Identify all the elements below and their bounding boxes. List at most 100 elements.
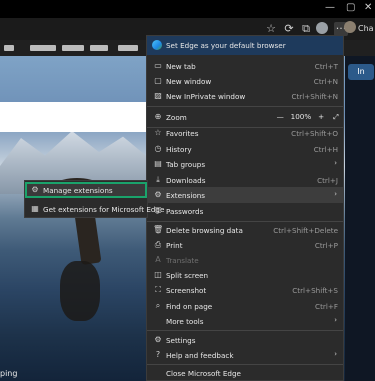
menu-item-new-inprivate-window[interactable]: ▨ New InPrivate window Ctrl+Shift+N (147, 88, 343, 104)
collections-icon[interactable]: ⧉ (299, 22, 313, 36)
refresh-icon[interactable]: ⟳ (282, 22, 296, 36)
star-icon[interactable]: ☆ (264, 22, 278, 36)
menu-label: More tools (166, 317, 204, 326)
help-icon: ? (155, 350, 161, 359)
menu-item-passwords[interactable]: ⚿ Passwords (147, 203, 343, 219)
menu-item-more-tools[interactable]: More tools › (147, 313, 343, 329)
chevron-right-icon: › (334, 316, 337, 324)
menu-shortcut: Ctrl+F (315, 302, 338, 311)
menu-shortcut: Ctrl+T (314, 62, 338, 71)
tree-reflection-image (60, 261, 100, 321)
profile-icon[interactable] (316, 22, 328, 34)
menu-shortcut: Ctrl+P (314, 241, 338, 250)
menu-label: Screenshot (166, 286, 207, 295)
menu-label: Zoom (166, 113, 187, 122)
zoom-value: 100% (290, 112, 312, 121)
menu-shortcut: Ctrl+H (313, 145, 338, 154)
store-icon: ▦ (31, 204, 39, 213)
menu-label: Print (166, 241, 183, 250)
menu-item-favorites[interactable]: ☆ Favorites Ctrl+Shift+O (147, 125, 343, 141)
banner-label: Set Edge as your default browser (166, 41, 286, 50)
menu-label: Tab groups (166, 160, 206, 169)
delete-icon: 🗑 (153, 225, 164, 234)
menu-item-screenshot[interactable]: ⛶ Screenshot Ctrl+Shift+S (147, 282, 343, 298)
menu-label: Help and feedback (166, 351, 234, 360)
menu-item-history[interactable]: ◷ History Ctrl+H (147, 141, 343, 157)
screenshot-icon: ⛶ (155, 285, 161, 294)
menu-item-zoom: ⊕ Zoom — 100% + ⤢ (147, 109, 343, 125)
favorite-item[interactable] (118, 45, 138, 51)
maximize-button[interactable]: ▢ (346, 2, 355, 13)
zoom-controls: — 100% + ⤢ (277, 112, 339, 122)
search-box[interactable] (0, 102, 148, 132)
chevron-right-icon: › (334, 190, 337, 198)
menu-item-find-on-page[interactable]: ⌕ Find on page Ctrl+F (147, 298, 343, 314)
menu-label: Downloads (166, 176, 206, 185)
fullscreen-icon[interactable]: ⤢ (333, 112, 339, 121)
extensions-icon: ⚙ (154, 190, 162, 199)
zoom-icon: ⊕ (154, 112, 162, 121)
bottom-text: ping (0, 369, 18, 378)
menu-label: Find on page (166, 302, 213, 311)
sign-in-button[interactable]: In (348, 64, 374, 80)
menu-item-new-tab[interactable]: ▭ New tab Ctrl+T (147, 58, 343, 74)
menu-label: History (166, 145, 192, 154)
default-browser-banner[interactable]: Set Edge as your default browser (147, 36, 343, 55)
menu-label: Translate (166, 256, 199, 265)
print-icon: ⎙ (154, 240, 162, 249)
menu-item-downloads[interactable]: ⤓ Downloads Ctrl+J (147, 172, 343, 188)
minimize-button[interactable]: — (325, 2, 335, 13)
menu-label: Delete browsing data (166, 226, 243, 235)
favorite-item[interactable] (62, 45, 84, 51)
favorite-item[interactable] (90, 45, 108, 51)
menu-label: Split screen (166, 271, 209, 280)
title-bar: — ▢ ✕ (0, 0, 375, 18)
menu-item-tab-groups[interactable]: ▤ Tab groups › (147, 156, 343, 172)
menu-item-extensions[interactable]: ⚙ Extensions › (147, 187, 343, 203)
menu-item-new-window[interactable]: ▢ New window Ctrl+N (147, 73, 343, 89)
menu-label: Settings (166, 336, 196, 345)
menu-item-print[interactable]: ⎙ Print Ctrl+P (147, 237, 343, 253)
close-window-button[interactable]: ✕ (364, 2, 372, 13)
submenu-label: Get extensions for Microsoft Edge (43, 205, 165, 214)
menu-shortcut: Ctrl+N (313, 77, 338, 86)
menu-shortcut: Ctrl+J (317, 176, 338, 185)
right-panel: In (345, 56, 375, 381)
tab-groups-icon: ▤ (154, 159, 162, 168)
favorite-item[interactable] (30, 45, 56, 51)
menu-item-split-screen[interactable]: ◫ Split screen (147, 267, 343, 283)
gear-icon: ⚙ (31, 185, 39, 194)
chat-label[interactable]: Cha (358, 24, 374, 33)
extensions-submenu: ⚙ Manage extensions ▦ Get extensions for… (24, 180, 164, 218)
menu-item-settings[interactable]: ⚙ Settings (147, 332, 343, 348)
menu-item-close-microsoft-edge[interactable]: Close Microsoft Edge (147, 365, 343, 381)
settings-icon: ⚙ (154, 335, 162, 344)
favorites-icon: ☆ (154, 128, 162, 137)
new-window-icon: ▢ (154, 76, 162, 85)
history-icon: ◷ (154, 144, 162, 153)
submenu-item-manage-extensions[interactable]: ⚙ Manage extensions (25, 182, 147, 198)
menu-label: Extensions (166, 191, 206, 200)
chevron-right-icon: › (334, 159, 337, 167)
inprivate-icon: ▨ (154, 91, 162, 100)
menu-label: New tab (166, 62, 196, 71)
menu-item-help-and-feedback[interactable]: ? Help and feedback › (147, 347, 343, 363)
menu-shortcut: Ctrl+Shift+S (292, 286, 338, 295)
zoom-out-button[interactable]: — (277, 112, 284, 121)
menu-divider (147, 330, 343, 331)
new-tab-icon: ▭ (154, 61, 162, 70)
submenu-item-get-extensions[interactable]: ▦ Get extensions for Microsoft Edge (25, 201, 164, 217)
menu-item-translate[interactable]: A Translate (147, 252, 343, 268)
split-screen-icon: ◫ (154, 270, 162, 279)
zoom-in-button[interactable]: + (318, 112, 324, 121)
favorite-item[interactable] (4, 45, 14, 51)
menu-shortcut: Ctrl+Shift+Delete (273, 226, 338, 235)
edge-icon (152, 40, 162, 50)
menu-label: Favorites (166, 129, 199, 138)
menu-shortcut: Ctrl+Shift+O (291, 129, 338, 138)
avatar[interactable] (344, 21, 356, 33)
translate-icon: A (155, 255, 161, 264)
menu-item-delete-browsing-data[interactable]: 🗑 Delete browsing data Ctrl+Shift+Delete (147, 222, 343, 238)
find-icon: ⌕ (155, 301, 161, 310)
chevron-right-icon: › (334, 350, 337, 358)
